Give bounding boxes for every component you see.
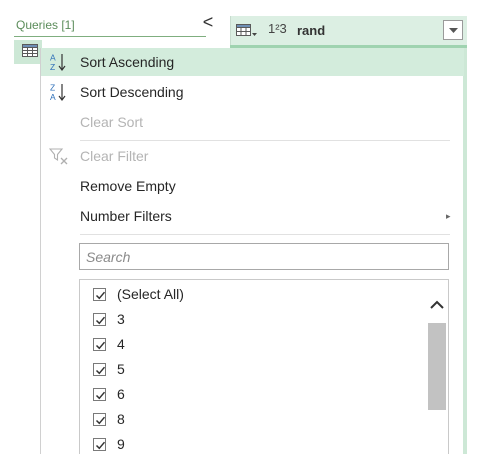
number-type-icon[interactable]: 1²3 [268, 21, 287, 36]
menu-item-remove-empty[interactable]: Remove Empty [41, 172, 464, 200]
search-box [79, 243, 449, 270]
table-icon [22, 44, 38, 57]
column-name: rand [297, 23, 326, 38]
menu-separator [80, 140, 450, 141]
sort-ascending-label: Sort Ascending [80, 54, 175, 70]
table-type-icon[interactable] [236, 24, 258, 38]
menu-separator [80, 234, 450, 235]
clear-filter-icon [49, 148, 68, 165]
remove-empty-label: Remove Empty [80, 178, 176, 194]
checklist-item[interactable]: 6 [80, 382, 425, 407]
scroll-thumb[interactable] [428, 323, 446, 410]
checklist-item-label: 3 [117, 311, 125, 327]
checkbox[interactable] [93, 288, 106, 301]
menu-item-clear-filter[interactable]: Clear Filter [41, 142, 464, 170]
checkbox[interactable] [93, 413, 106, 426]
checklist-item-label: 8 [117, 411, 125, 427]
checklist-item-label: 4 [117, 336, 125, 352]
checkmark-icon [95, 416, 106, 425]
checklist-item[interactable]: 5 [80, 357, 425, 382]
submenu-arrow-icon: ▸ [446, 211, 451, 221]
checkmark-icon [95, 316, 106, 325]
checkmark-icon [95, 441, 106, 450]
checklist-item-label: 5 [117, 361, 125, 377]
number-filters-label: Number Filters [80, 208, 172, 224]
sort-ascending-icon: A Z [50, 53, 66, 72]
checklist-item[interactable]: 9 [80, 432, 425, 454]
checkmark-icon [95, 291, 106, 300]
svg-text:Z: Z [50, 62, 55, 72]
checklist-item[interactable]: 4 [80, 332, 425, 357]
value-checklist: (Select All) 3 4 5 6 8 9 [79, 279, 449, 454]
checkmark-icon [95, 366, 106, 375]
menu-item-clear-sort[interactable]: Clear Sort [41, 108, 464, 136]
checkmark-icon [95, 391, 106, 400]
checkbox[interactable] [93, 438, 106, 451]
checklist-item[interactable]: 8 [80, 407, 425, 432]
collapse-queries-button[interactable]: < [199, 11, 217, 33]
checkbox[interactable] [93, 313, 106, 326]
queries-title: Queries [1] [16, 18, 75, 32]
scroll-up-icon[interactable] [427, 296, 447, 314]
svg-text:A: A [50, 53, 56, 63]
queries-pane-header: Queries [1] < [0, 0, 222, 40]
checkbox[interactable] [93, 338, 106, 351]
sort-descending-label: Sort Descending [80, 84, 184, 100]
sort-descending-icon: Z A [50, 83, 66, 102]
svg-text:Z: Z [50, 83, 55, 93]
checklist-scrollbar[interactable] [427, 290, 447, 454]
menu-item-number-filters[interactable]: Number Filters ▸ [41, 202, 464, 230]
chevron-down-icon [449, 28, 458, 33]
search-input[interactable] [80, 244, 448, 269]
clear-sort-label: Clear Sort [80, 114, 144, 130]
checklist-item-label: (Select All) [117, 286, 184, 302]
checkbox[interactable] [93, 388, 106, 401]
checklist-item-label: 9 [117, 436, 125, 452]
checklist-item[interactable]: (Select All) [80, 282, 425, 307]
menu-item-sort-descending[interactable]: Z A Sort Descending [41, 78, 464, 106]
column-header[interactable] [230, 16, 467, 46]
checkbox[interactable] [93, 363, 106, 376]
clear-filter-label: Clear Filter [80, 148, 149, 164]
svg-text:A: A [50, 92, 56, 102]
checkmark-icon [95, 341, 106, 350]
column-filter-dropdown-button[interactable] [443, 20, 463, 40]
menu-item-sort-ascending[interactable]: A Z Sort Ascending [41, 48, 464, 76]
checklist-item[interactable]: 3 [80, 307, 425, 332]
checklist-item-label: 6 [117, 386, 125, 402]
queries-title-underline [14, 36, 206, 37]
